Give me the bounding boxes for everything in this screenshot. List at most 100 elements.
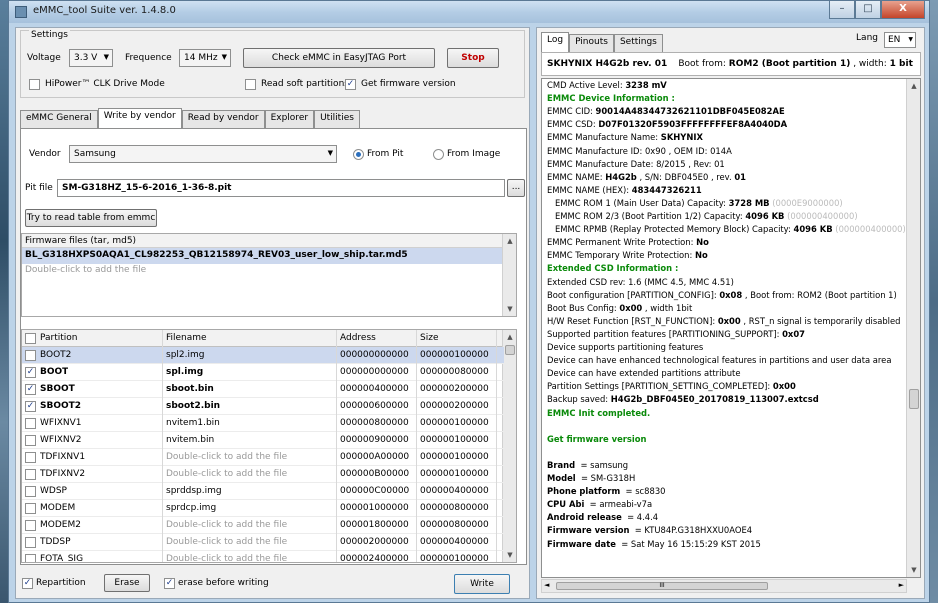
maximize-button[interactable]: □ [855,1,881,19]
partition-filename[interactable]: Double-click to add the file [166,554,287,562]
chevron-down-icon: ▼ [908,36,913,43]
table-row[interactable]: WFIXNV1 nvitem1.bin 000000800000 0000001000… [22,415,504,432]
log-hex: (000000400000) [832,224,906,235]
voltage-select[interactable]: 3.3 V ▼ [69,49,113,67]
partition-filename[interactable]: sboot2.bin [166,401,220,411]
partition-filename[interactable]: nvitem1.bin [166,418,220,428]
try-read-table-button[interactable]: Try to read table from emmc [25,209,157,227]
scroll-down-icon[interactable]: ▼ [503,548,516,562]
row-checkbox[interactable] [25,452,36,463]
scroll-left-icon[interactable]: ◄ [544,581,549,589]
table-row[interactable]: WDSP sprddsp.img 000000C00000 000000400000 [22,483,504,500]
row-checkbox[interactable] [25,469,36,480]
row-checkbox[interactable] [25,418,36,429]
scroll-down-icon[interactable]: ▼ [503,302,517,316]
hscroll-thumb[interactable]: III [556,582,768,590]
row-checkbox[interactable] [25,520,36,531]
tab-pinouts[interactable]: Pinouts [569,34,614,52]
partition-filename[interactable]: sboot.bin [166,384,214,394]
partition-filename[interactable]: sprddsp.img [166,486,222,496]
firmware-add-hint[interactable]: Double-click to add the file [22,264,516,278]
firmware-file-item[interactable]: BL_G318HXPS0AQA1_CL982253_QB12158974_REV… [22,248,516,264]
log-output[interactable]: ▲ ▼ CMD Active Level: 3238 mV EMMC Device… [541,78,921,578]
scroll-up-icon[interactable]: ▲ [503,234,517,248]
tab-utilities[interactable]: Utilities [314,110,360,128]
row-checkbox[interactable] [25,435,36,446]
close-button[interactable]: X [881,1,925,19]
tab-emmc-general[interactable]: eMMC General [20,110,98,128]
partition-filename[interactable]: Double-click to add the file [166,452,287,462]
row-checkbox[interactable] [25,486,36,497]
partition-filename[interactable]: Double-click to add the file [166,469,287,479]
get-fw-checkbox[interactable]: ✓ [345,79,356,90]
row-checkbox[interactable]: ✓ [25,401,36,412]
lang-select[interactable]: EN ▼ [884,32,916,48]
row-checkbox[interactable] [25,350,36,361]
table-row[interactable]: MODEM sprdcp.img 000001000000 000000800000 [22,500,504,517]
row-checkbox[interactable] [25,537,36,548]
scroll-right-icon[interactable]: ► [899,581,904,589]
tab-settings[interactable]: Settings [613,34,663,52]
table-row[interactable]: TDDSP Double-click to add the file 0000020… [22,534,504,551]
row-checkbox[interactable]: ✓ [25,384,36,395]
title-bar[interactable]: eMMC_tool Suite ver. 1.4.8.0 – □ X [9,1,929,23]
log-text: , RST_n signal is temporarily disabled [740,315,901,326]
row-checkbox[interactable] [25,554,36,562]
tab-explorer[interactable]: Explorer [264,110,315,128]
partition-filename[interactable]: spl.img [166,367,203,377]
from-pit-radio[interactable] [353,149,364,160]
log-line: EMMC CSD: D07F01320F5903FFFFFFFFEF8A4040… [547,119,787,132]
header-size[interactable]: Size [420,333,438,343]
tab-write-by-vendor[interactable]: Write by vendor [97,108,182,128]
minimize-button[interactable]: – [829,1,855,19]
partition-filename[interactable]: Double-click to add the file [166,520,287,530]
browse-pit-button[interactable]: ... [507,179,525,197]
row-checkbox[interactable] [25,503,36,514]
pit-file-input[interactable]: SM-G318HZ_15-6-2016_1-36-8.pit [57,179,505,197]
hipower-checkbox[interactable] [29,79,40,90]
partition-name: WFIXNV2 [40,435,82,445]
table-row[interactable]: MODEM2 Double-click to add the file 000001… [22,517,504,534]
erase-button[interactable]: Erase [104,574,150,592]
frequence-select[interactable]: 14 MHz ▼ [179,49,231,67]
vendor-select[interactable]: Samsung ▼ [69,145,337,163]
partition-filename[interactable]: nvitem.bin [166,435,214,445]
erase-before-checkbox[interactable]: ✓ [164,578,175,589]
header-partition[interactable]: Partition [40,333,78,343]
table-row[interactable]: TDFIXNV1 Double-click to add the file 0000… [22,449,504,466]
table-row[interactable]: BOOT2 spl2.img 000000000000 000000100000 [22,347,504,364]
partition-filename[interactable]: sprdcp.img [166,503,216,513]
partition-filename[interactable]: spl2.img [166,350,204,360]
stop-button[interactable]: Stop [447,48,499,68]
table-row[interactable]: TDFIXNV2 Double-click to add the file 0000… [22,466,504,483]
table-row[interactable]: WFIXNV2 nvitem.bin 000000900000 00000010000… [22,432,504,449]
tab-read-by-vendor[interactable]: Read by vendor [181,110,265,128]
partition-table-scrollbar[interactable]: ▲ ▼ [502,330,516,562]
repartition-checkbox[interactable]: ✓ [22,578,33,589]
table-row[interactable]: FOTA_SIG Double-click to add the file 0000… [22,551,504,562]
partition-table[interactable]: Partition Filename Address Size ▲ ▼ BOOT… [21,329,517,563]
scroll-down-icon[interactable]: ▼ [907,563,920,577]
scroll-up-icon[interactable]: ▲ [503,330,516,344]
table-row[interactable]: ✓ SBOOT2 sboot2.bin 000000600000 00000020000… [22,398,504,415]
log-value: H4G2b_DBF045E0_20170819_113007.extcsd [610,394,819,405]
scroll-up-icon[interactable]: ▲ [907,79,920,93]
row-checkbox[interactable]: ✓ [25,367,36,378]
tab-log[interactable]: Log [541,32,570,52]
firmware-files-list[interactable]: Firmware files (tar, md5) BL_G318HXPS0AQ… [21,233,517,317]
table-row[interactable]: ✓ BOOT spl.img 000000000000 000000080000 [22,364,504,381]
header-filename[interactable]: Filename [166,333,207,343]
scroll-thumb[interactable] [505,345,515,355]
write-button[interactable]: Write [454,574,510,594]
header-address[interactable]: Address [340,333,376,343]
check-emmc-button[interactable]: Check eMMC in EasyJTAG Port [243,48,435,68]
scroll-thumb[interactable] [909,389,919,409]
table-row[interactable]: ✓ SBOOT sboot.bin 000000400000 000000200000 [22,381,504,398]
firmware-list-scrollbar[interactable]: ▲ ▼ [502,234,516,316]
read-soft-checkbox[interactable] [245,79,256,90]
select-all-checkbox[interactable] [25,333,36,344]
partition-filename[interactable]: Double-click to add the file [166,537,287,547]
from-image-radio[interactable] [433,149,444,160]
log-scrollbar[interactable]: ▲ ▼ [906,79,920,577]
log-hscrollbar[interactable]: ◄ III ► [541,579,907,593]
